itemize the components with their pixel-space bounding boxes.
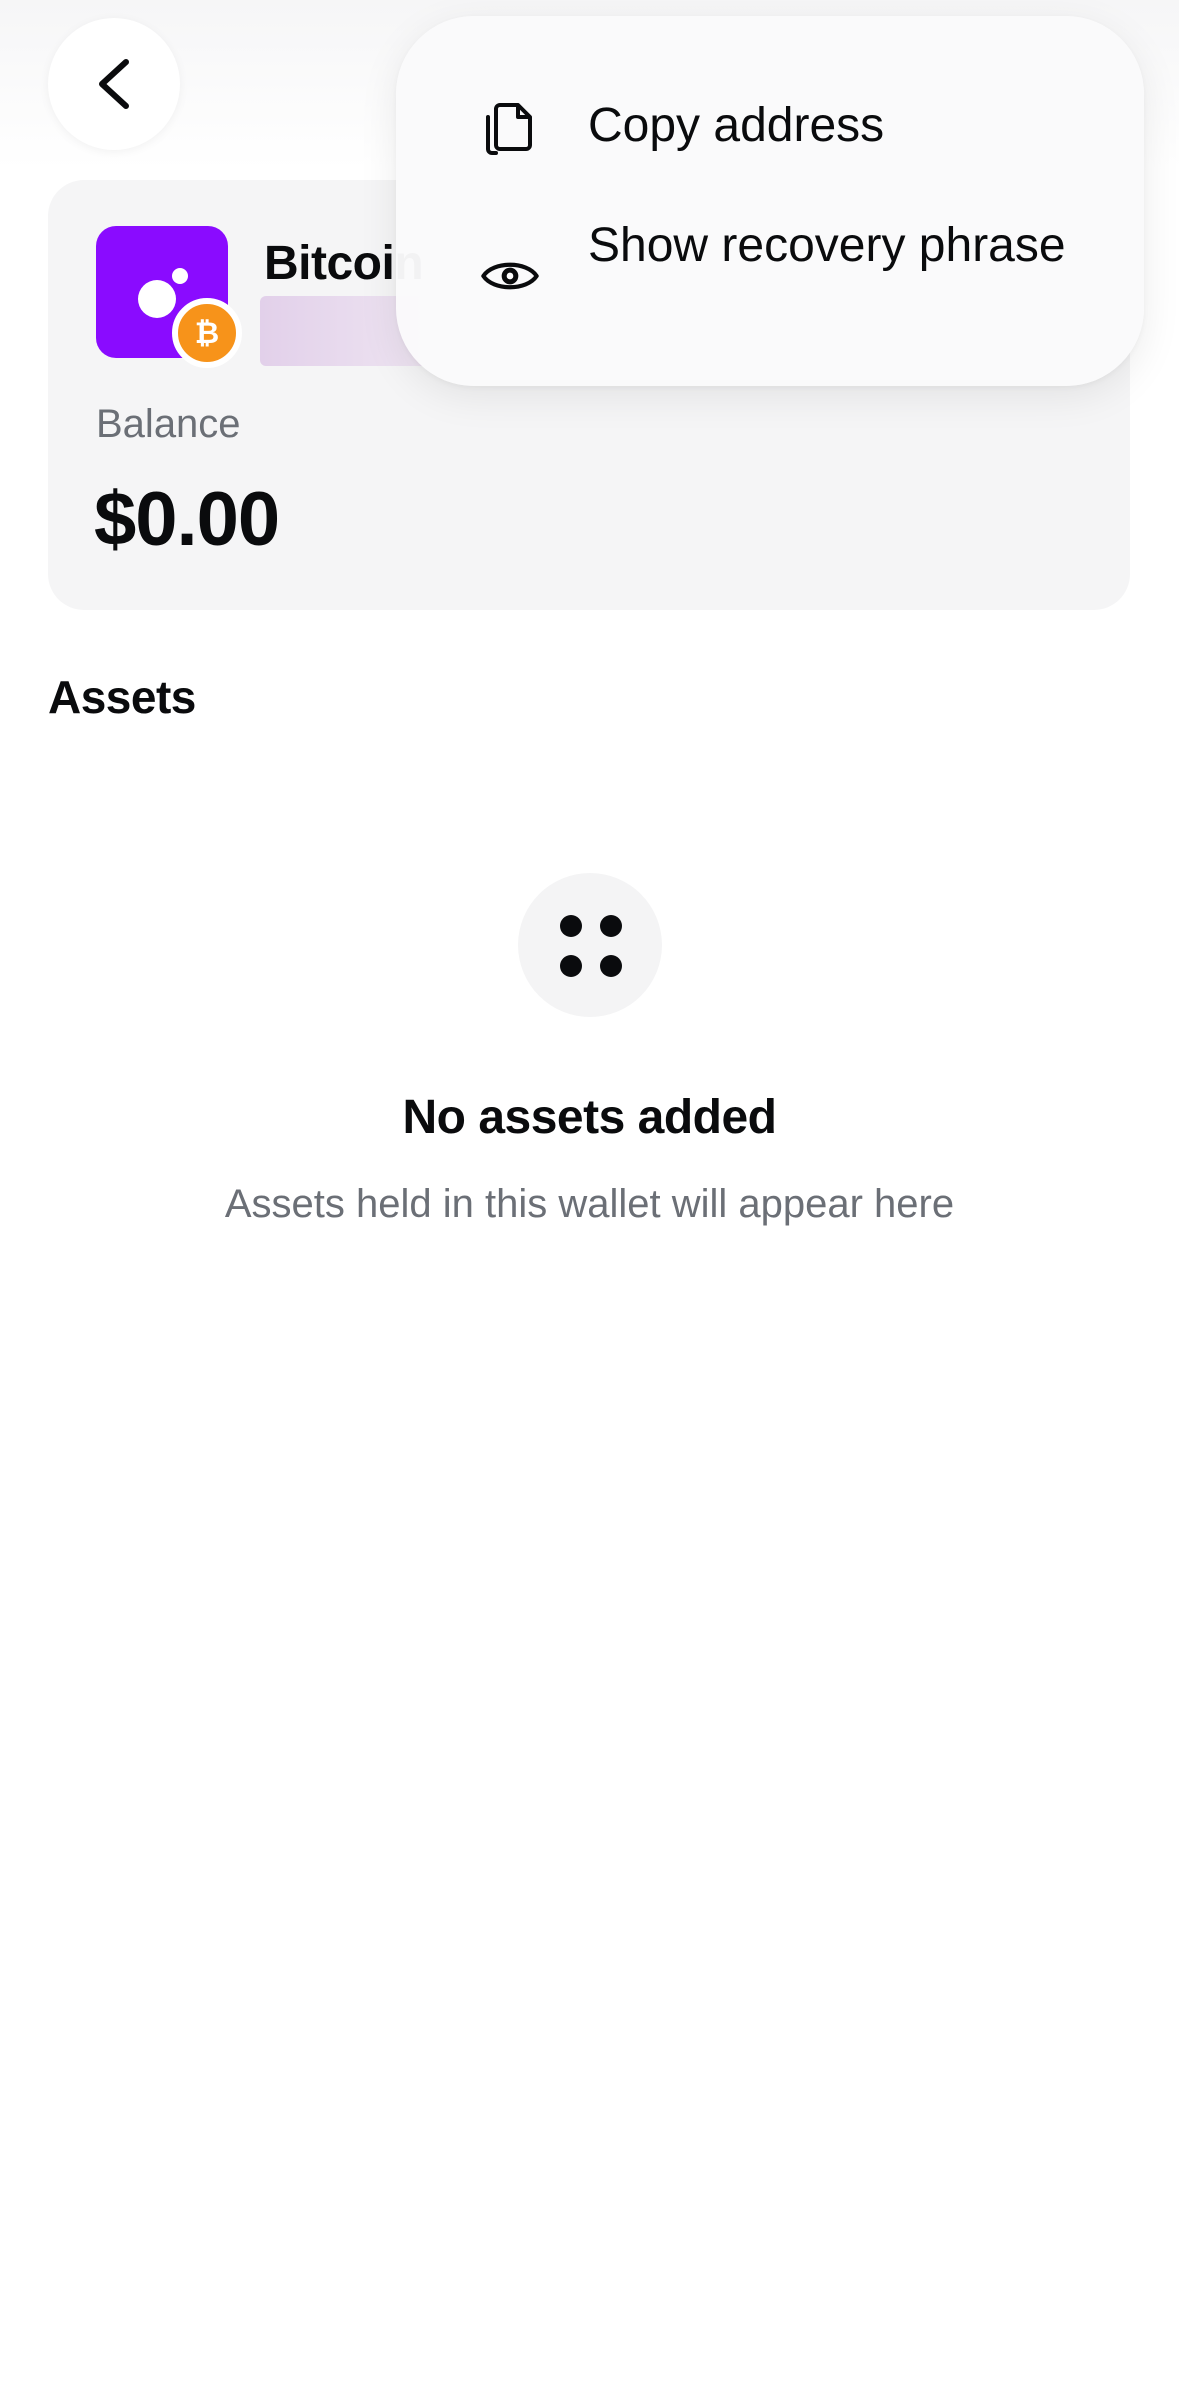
balance-label: Balance: [96, 402, 241, 446]
menu-item-show-recovery-phrase[interactable]: Show recovery phrase: [396, 206, 1144, 346]
menu-item-copy-address[interactable]: Copy address: [396, 76, 1144, 176]
wallet-detail-screen: ₿ Bitcoin Balance $0.00 Assets No assets…: [0, 0, 1179, 2396]
empty-assets-icon: [518, 873, 662, 1017]
bitcoin-badge-icon: ₿: [172, 298, 242, 368]
balance-value: $0.00: [94, 477, 280, 562]
wallet-options-menu: Copy address Show recovery phrase: [396, 16, 1144, 386]
empty-state-subtitle: Assets held in this wallet will appear h…: [224, 1182, 955, 1226]
back-button[interactable]: [48, 18, 180, 150]
menu-item-label: Show recovery phrase: [588, 219, 1066, 272]
menu-item-label: Copy address: [588, 99, 885, 152]
empty-state-title: No assets added: [402, 1091, 777, 1144]
eye-icon: [480, 246, 540, 306]
chevron-left-icon: [99, 59, 129, 109]
assets-heading: Assets: [48, 671, 196, 723]
copy-icon: [480, 96, 540, 156]
